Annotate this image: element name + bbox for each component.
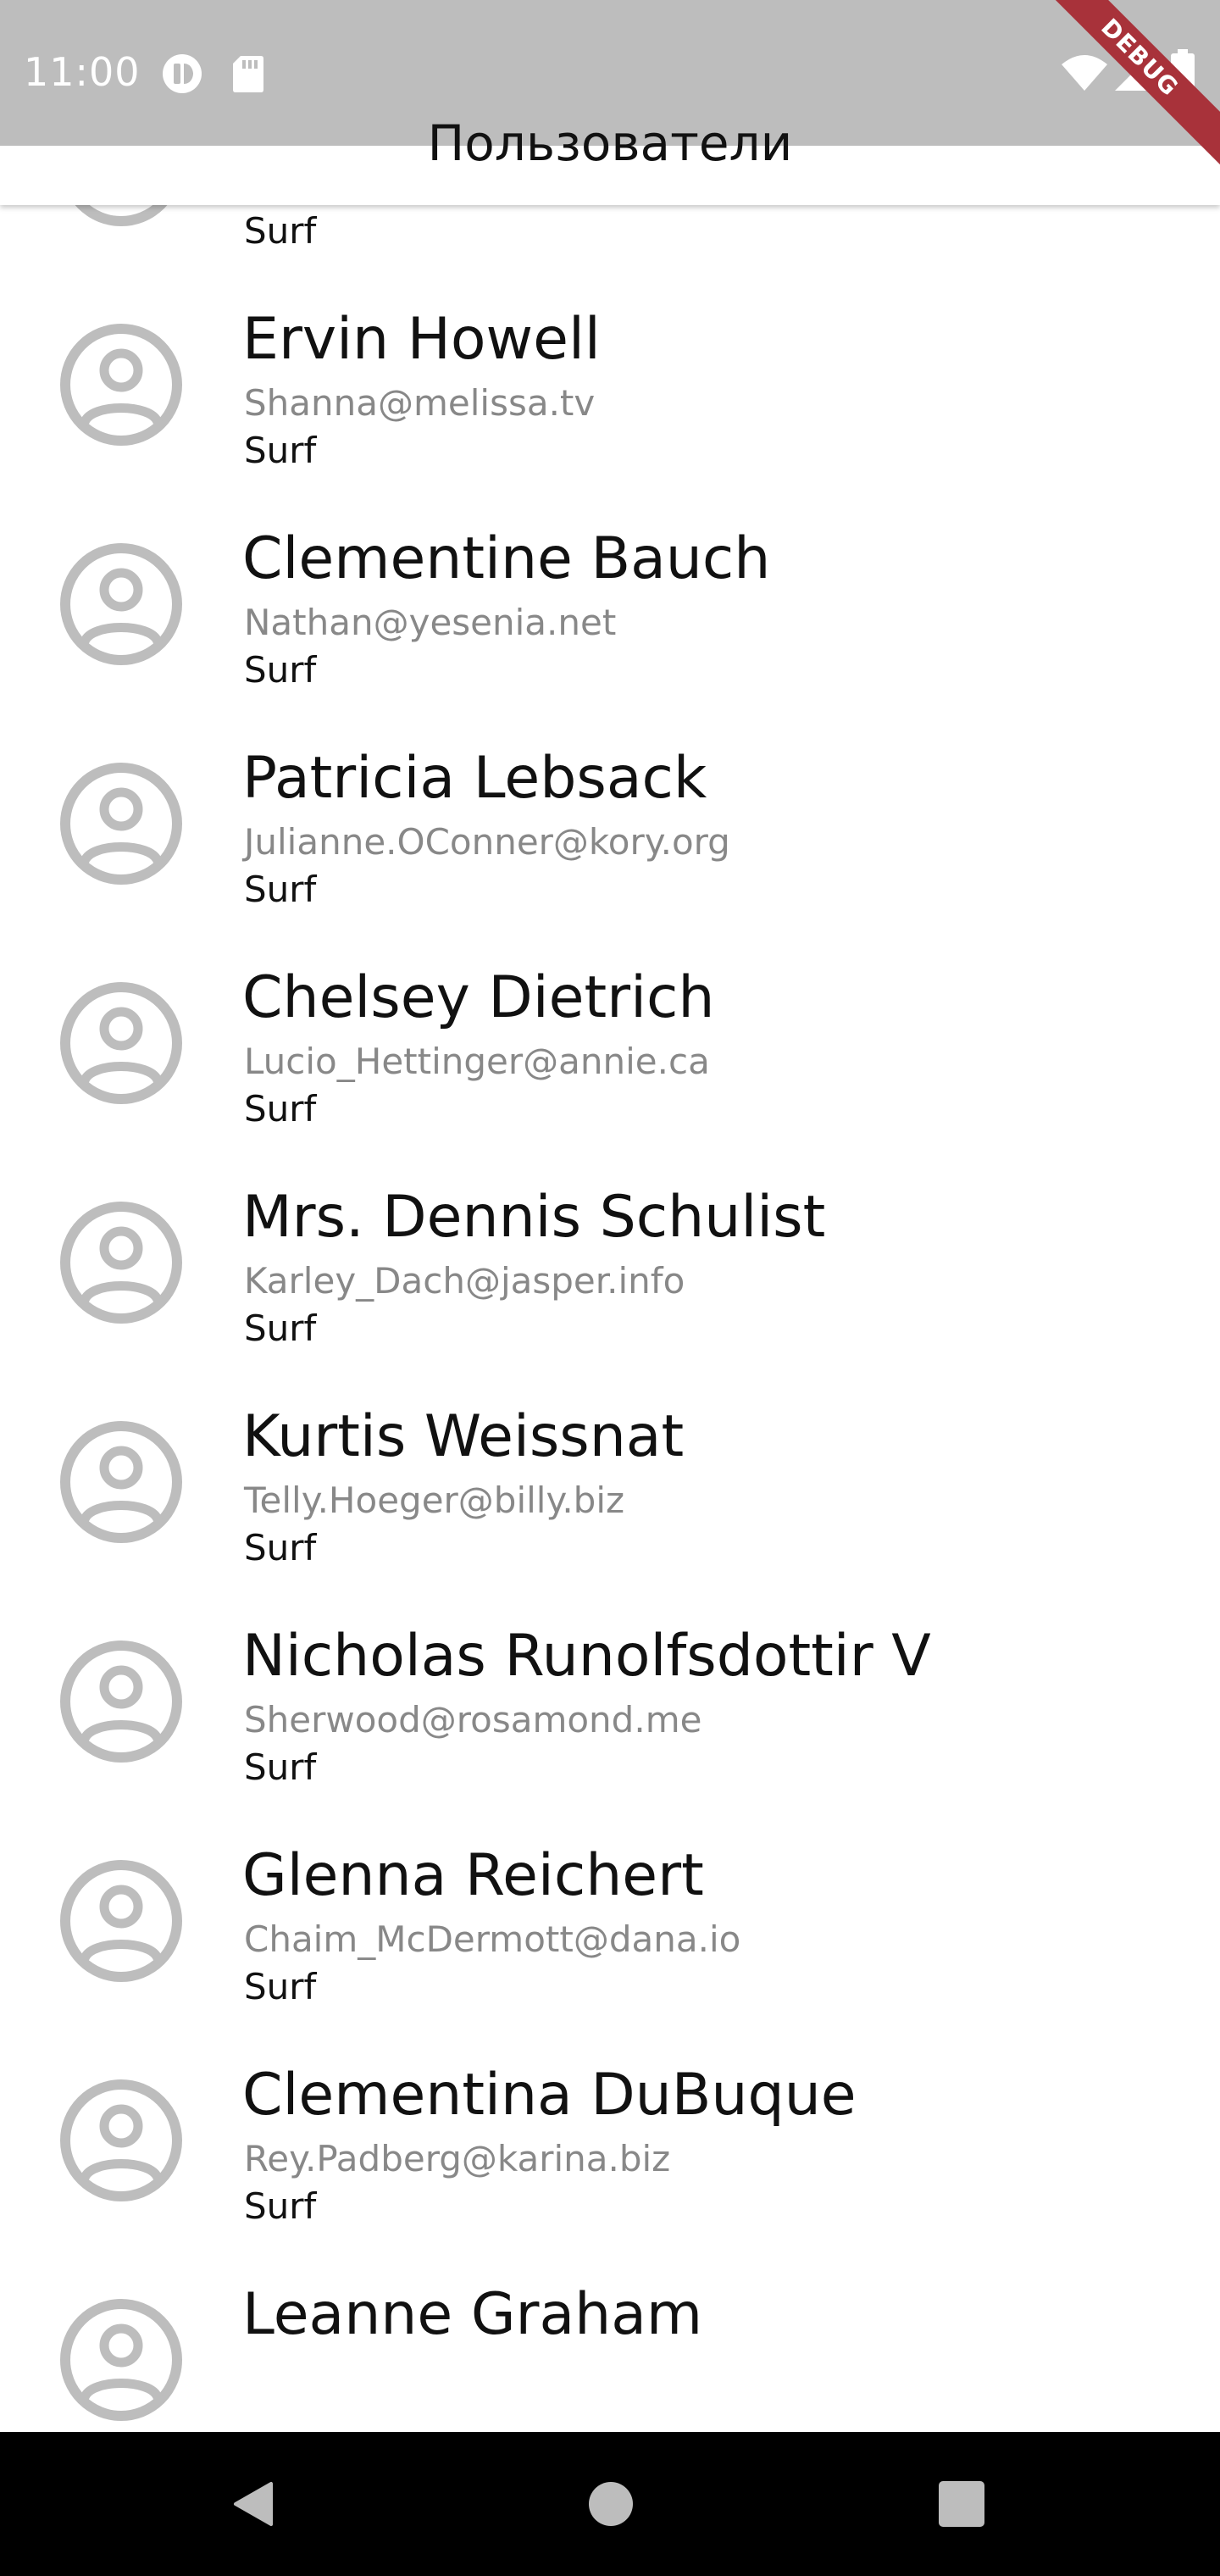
back-icon[interactable] (224, 2474, 283, 2534)
user-hobby: Surf (244, 2185, 317, 2227)
user-hobby: Surf (244, 430, 317, 471)
user-name: Glenna Reichert (242, 1842, 704, 1909)
user-hobby: Surf (244, 649, 317, 691)
user-email: Shanna@melissa.tv (244, 382, 596, 424)
user-list-item[interactable]: Ervin Howell Shanna@melissa.tv Surf (0, 260, 1220, 480)
user-email: Julianne.OConner@kory.org (244, 821, 730, 863)
status-time: 11:00 (24, 49, 141, 95)
recents-icon[interactable] (932, 2474, 991, 2534)
screen: Leanne GrahamSincere@april.bizSurfErvin … (0, 0, 1220, 2576)
user-list-item[interactable]: Kurtis Weissnat Telly.Hoeger@billy.biz Sur… (0, 1357, 1220, 1577)
account-circle-icon (59, 981, 183, 1105)
user-list-item[interactable]: Leanne Graham (0, 2235, 1220, 2432)
user-email: Chaim_McDermott@dana.io (244, 1918, 741, 1960)
user-hobby: Surf (244, 1527, 317, 1568)
user-name: Patricia Lebsack (242, 745, 707, 812)
navigation-bar (0, 2432, 1220, 2576)
user-list-item[interactable]: Nicholas Runolfsdottir V Sherwood@rosamon… (0, 1577, 1220, 1796)
account-circle-icon (59, 1640, 183, 1763)
account-circle-icon (59, 542, 183, 666)
user-hobby: Surf (244, 1966, 317, 2007)
user-name: Clementine Bauch (242, 525, 771, 592)
user-list-item[interactable]: Mrs. Dennis Schulist Karley_Dach@jasper.i… (0, 1138, 1220, 1357)
user-name: Kurtis Weissnat (242, 1403, 685, 1470)
user-list-item[interactable]: Clementina DuBuque Rey.Padberg@karina.biz… (0, 2016, 1220, 2235)
account-circle-icon (59, 2298, 183, 2422)
account-circle-icon (59, 2079, 183, 2202)
account-circle-icon (59, 762, 183, 886)
user-name: Clementina DuBuque (242, 2062, 857, 2129)
user-email: Rey.Padberg@karina.biz (244, 2138, 671, 2179)
user-list-item[interactable]: Chelsey Dietrich Lucio_Hettinger@annie.ca… (0, 919, 1220, 1138)
user-hobby: Surf (244, 869, 317, 910)
user-email: Lucio_Hettinger@annie.ca (244, 1041, 710, 1082)
user-hobby: Surf (244, 1307, 317, 1349)
user-hobby: Surf (244, 1746, 317, 1788)
user-email: Telly.Hoeger@billy.biz (244, 1480, 625, 1521)
wifi-icon (1062, 55, 1107, 91)
user-list-item[interactable]: Patricia Lebsack Julianne.OConner@kory.or… (0, 699, 1220, 919)
user-list-item[interactable]: Glenna Reichert Chaim_McDermott@dana.io Su… (0, 1796, 1220, 2016)
account-circle-icon (59, 1201, 183, 1324)
user-list[interactable]: Leanne GrahamSincere@april.bizSurfErvin … (0, 0, 1220, 2432)
user-hobby: Surf (244, 1088, 317, 1130)
app-bar-title: Пользователи (427, 114, 793, 172)
home-icon[interactable] (581, 2474, 640, 2534)
user-list-item[interactable]: Clementine Bauch Nathan@yesenia.net Surf (0, 480, 1220, 699)
user-email: Sherwood@rosamond.me (244, 1699, 702, 1740)
user-email: Karley_Dach@jasper.info (244, 1260, 685, 1302)
user-name: Nicholas Runolfsdottir V (242, 1623, 931, 1690)
account-circle-icon (59, 1420, 183, 1544)
user-name: Leanne Graham (242, 2281, 703, 2348)
user-name: Mrs. Dennis Schulist (242, 1184, 826, 1251)
account-circle-icon (59, 1859, 183, 1983)
user-name: Ervin Howell (242, 306, 601, 373)
user-hobby: Surf (244, 210, 317, 252)
account-circle-icon (59, 323, 183, 447)
user-name: Chelsey Dietrich (242, 964, 715, 1031)
sd-card-icon (233, 56, 263, 92)
user-email: Nathan@yesenia.net (244, 602, 617, 643)
media-notification-icon (163, 54, 202, 93)
